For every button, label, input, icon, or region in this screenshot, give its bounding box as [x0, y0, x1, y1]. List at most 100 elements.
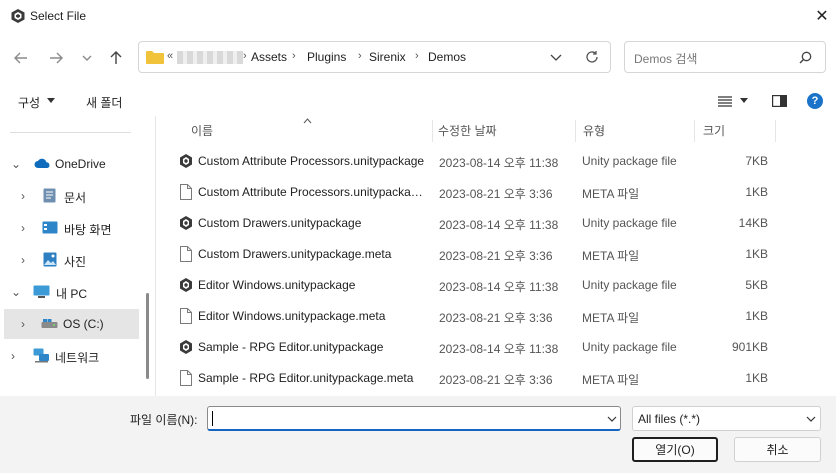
- drive-icon: [41, 319, 58, 328]
- file-row[interactable]: Editor Windows.unitypackage 2023-08-14 오후…: [157, 270, 797, 301]
- expand-chevron-icon[interactable]: ›: [11, 349, 15, 363]
- file-size: 1KB: [745, 185, 768, 199]
- breadcrumb-demos[interactable]: Demos: [428, 50, 466, 64]
- breadcrumb-plugins[interactable]: Plugins: [307, 50, 346, 64]
- refresh-icon[interactable]: [585, 50, 599, 64]
- sidebar-item-label: OneDrive: [55, 157, 106, 171]
- organize-chevron-icon[interactable]: [47, 98, 55, 104]
- unity-icon: [179, 339, 193, 355]
- breadcrumb-sirenix[interactable]: Sirenix: [369, 50, 406, 64]
- breadcrumb-separator[interactable]: ›: [415, 50, 419, 62]
- back-arrow-icon[interactable]: [10, 47, 32, 69]
- sidebar-item-os-drive[interactable]: › OS (C:): [4, 309, 139, 339]
- column-separator[interactable]: [432, 120, 433, 142]
- file-size: 7KB: [745, 154, 768, 168]
- cancel-button[interactable]: 취소: [734, 437, 821, 462]
- command-bar: 구성 새 폴더 ?: [0, 86, 836, 116]
- sidebar-item-label: OS (C:): [63, 317, 104, 331]
- file-type: META 파일: [582, 373, 640, 387]
- file-row[interactable]: Custom Attribute Processors.unitypackage…: [157, 177, 797, 208]
- file-row[interactable]: Custom Attribute Processors.unitypackage…: [157, 146, 797, 177]
- expand-chevron-icon[interactable]: ⌄: [11, 285, 21, 299]
- organize-button[interactable]: 구성: [18, 94, 40, 111]
- file-date: 2023-08-21 오후 3:36: [439, 311, 553, 325]
- preview-pane-icon[interactable]: [772, 95, 787, 107]
- filename-combobox[interactable]: [207, 406, 621, 431]
- documents-icon: [43, 188, 56, 203]
- breadcrumb-separator[interactable]: ›: [358, 50, 362, 62]
- sidebar-item-documents[interactable]: › 문서: [0, 181, 140, 211]
- file-date: 2023-08-14 오후 11:38: [439, 342, 559, 356]
- address-history-chevron-icon[interactable]: [550, 54, 562, 62]
- up-arrow-icon[interactable]: [105, 47, 127, 69]
- expand-chevron-icon[interactable]: ›: [21, 189, 25, 203]
- breadcrumb-assets[interactable]: Assets: [251, 50, 287, 64]
- file-type-select[interactable]: All files (*.*): [632, 406, 821, 431]
- search-icon[interactable]: [799, 51, 812, 64]
- sidebar-item-label: 바탕 화면: [64, 223, 112, 237]
- close-icon[interactable]: ✕: [808, 3, 836, 29]
- expand-chevron-icon[interactable]: ›: [21, 253, 25, 267]
- file-type: Unity package file: [582, 216, 677, 230]
- expand-chevron-icon[interactable]: ›: [21, 221, 25, 235]
- document-icon: [179, 308, 193, 324]
- forward-arrow-icon[interactable]: [45, 47, 67, 69]
- folder-icon: [146, 51, 164, 64]
- file-date: 2023-08-21 오후 3:36: [439, 373, 553, 387]
- expand-chevron-icon[interactable]: ›: [21, 317, 25, 331]
- file-size: 14KB: [738, 216, 768, 230]
- filename-label: 파일 이름(N):: [130, 413, 198, 427]
- file-type-value: All files (*.*): [638, 412, 701, 426]
- column-separator[interactable]: [775, 120, 776, 142]
- sidebar-scrollbar[interactable]: [146, 293, 149, 379]
- file-row[interactable]: Sample - RPG Editor.unitypackage 2023-08-…: [157, 332, 797, 363]
- file-date: 2023-08-21 오후 3:36: [439, 249, 553, 263]
- sidebar-item-this-pc[interactable]: ⌄ 내 PC: [0, 277, 140, 307]
- file-row[interactable]: Editor Windows.unitypackage.meta 2023-08-…: [157, 301, 797, 332]
- column-separator[interactable]: [694, 120, 695, 142]
- sidebar-item-pictures[interactable]: › 사진: [0, 245, 140, 275]
- file-type: Unity package file: [582, 340, 677, 354]
- file-row[interactable]: Custom Drawers.unitypackage.meta 2023-08-…: [157, 239, 797, 270]
- overflow-chevron-icon[interactable]: «: [167, 50, 173, 62]
- breadcrumb-separator[interactable]: ›: [292, 50, 296, 62]
- file-row[interactable]: Sample - RPG Editor.unitypackage.meta 202…: [157, 363, 797, 394]
- file-size: 1KB: [745, 371, 768, 385]
- unity-icon: [179, 277, 193, 293]
- sidebar-item-onedrive[interactable]: ⌄ OneDrive: [0, 149, 140, 179]
- view-options-chevron-icon[interactable]: [740, 98, 748, 104]
- expand-chevron-icon[interactable]: ⌄: [11, 157, 21, 171]
- sidebar-item-label: 문서: [64, 191, 87, 205]
- filename-input[interactable]: [211, 409, 599, 427]
- pane-divider[interactable]: [155, 116, 156, 396]
- sidebar-item-label: 내 PC: [56, 287, 88, 301]
- sidebar-item-network[interactable]: › 네트워크: [0, 341, 140, 371]
- address-bar[interactable]: « › Assets › Plugins › Sirenix › Demos: [138, 41, 611, 73]
- sort-ascending-icon: [303, 118, 312, 124]
- file-size: 1KB: [745, 247, 768, 261]
- unity-app-icon: [11, 9, 25, 23]
- file-date: 2023-08-14 오후 11:38: [439, 156, 559, 170]
- new-folder-button[interactable]: 새 폴더: [86, 94, 122, 111]
- navigation-pane: ⌄ OneDrive › 문서 › 바탕 화면 › 사진 ⌄ 내 PC › OS…: [0, 116, 155, 396]
- file-type: META 파일: [582, 187, 640, 201]
- sidebar-item-label: 사진: [64, 255, 87, 269]
- file-date: 2023-08-14 오후 11:38: [439, 280, 559, 294]
- onedrive-cloud-icon: [34, 158, 50, 168]
- help-icon[interactable]: ?: [807, 93, 823, 109]
- column-separator[interactable]: [575, 120, 576, 142]
- open-button[interactable]: 열기(O): [632, 437, 718, 462]
- breadcrumb-separator[interactable]: ›: [243, 50, 247, 62]
- sidebar-item-desktop[interactable]: › 바탕 화면: [0, 213, 140, 243]
- view-options-icon[interactable]: [718, 96, 732, 107]
- unity-icon: [179, 153, 193, 169]
- recent-locations-chevron-icon[interactable]: [76, 47, 98, 69]
- search-box[interactable]: Demos 검색: [624, 41, 826, 73]
- search-placeholder[interactable]: Demos 검색: [634, 50, 697, 67]
- file-type: Unity package file: [582, 278, 677, 292]
- file-date: 2023-08-14 오후 11:38: [439, 218, 559, 232]
- unity-icon: [179, 215, 193, 231]
- title-bar: Select File ✕: [0, 0, 836, 32]
- filename-history-chevron-icon[interactable]: [607, 416, 617, 422]
- file-row[interactable]: Custom Drawers.unitypackage 2023-08-14 오후…: [157, 208, 797, 239]
